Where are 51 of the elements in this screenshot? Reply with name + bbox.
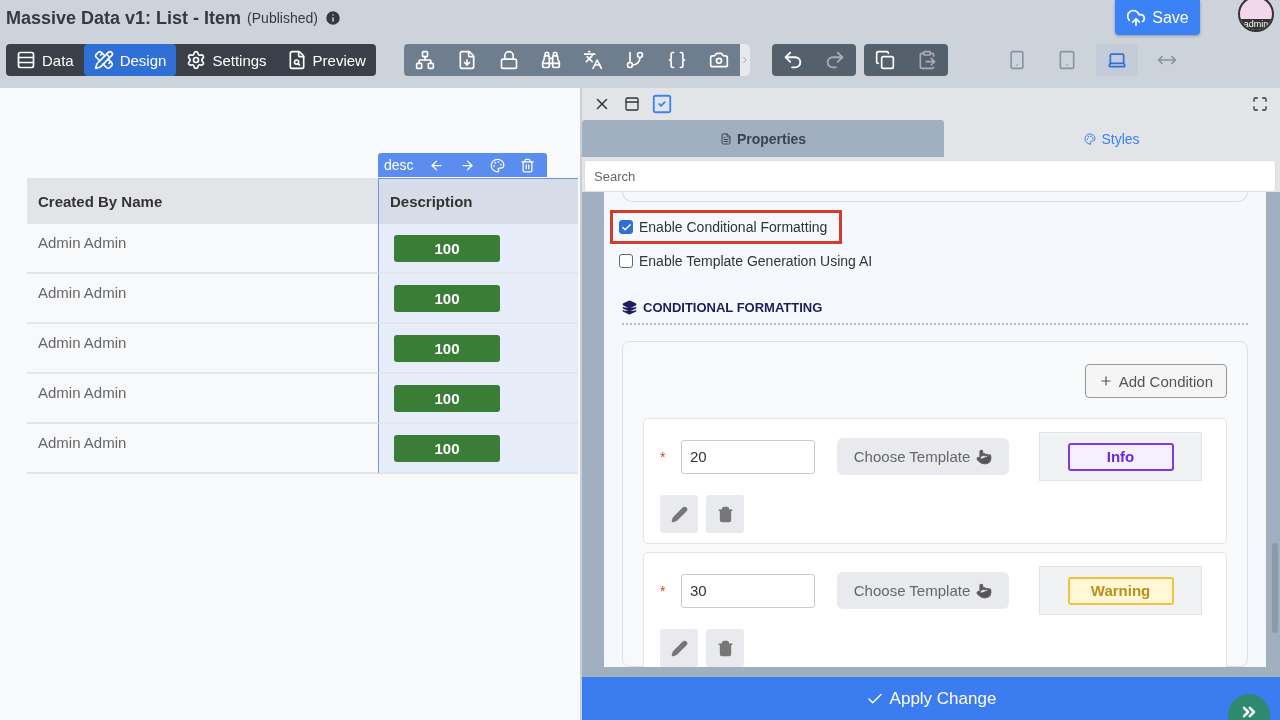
publish-status: (Published) [247,10,318,26]
plus-icon [1098,374,1113,388]
column-header: Created By Name [27,178,378,224]
info-icon[interactable] [323,9,342,27]
panel-tab[interactable]: Properties [582,120,944,157]
page-title: Massive Data v1: List - Item [6,7,242,29]
value-field[interactable]: 20 [681,439,815,474]
save-button[interactable]: Save [1115,0,1200,35]
checkbox[interactable] [619,220,633,234]
user-avatar[interactable]: admin [1238,0,1274,32]
layers-icon [622,300,637,315]
avatar-label: admin [1240,19,1272,30]
edit-icon[interactable] [660,495,698,533]
pointer-hand-icon [976,582,993,599]
value-badge: 100 [394,235,500,262]
edit-icon[interactable] [660,629,698,667]
design-mode-icon [93,50,114,70]
laptop-view-icon[interactable] [1096,44,1138,76]
apply-change-button[interactable]: Apply Change [582,667,1280,720]
pointer-hand-icon [976,448,993,465]
preview-tag: Warning [1067,576,1174,605]
settings-mode-icon [186,50,207,70]
value-badge: 100 [394,285,500,312]
mode-tab[interactable]: Settings [176,44,277,76]
mode-tab[interactable]: Design [83,44,177,76]
mode-tab[interactable]: Data [6,44,84,76]
value-badge: 100 [394,335,500,362]
value-badge: 100 [394,385,500,412]
column-key: desc [384,157,414,173]
column-header: Description [378,178,578,224]
checkbox[interactable] [619,254,633,268]
required-mark: * [660,448,667,465]
mode-tab[interactable]: Preview [276,44,376,76]
data-mode-icon [16,50,36,70]
choose-template-button[interactable]: Choose Template [837,438,1009,475]
delete-icon[interactable] [706,629,744,667]
scroll-right-button[interactable] [739,44,750,76]
choose-template-button[interactable]: Choose Template [837,572,1009,609]
preview-tag: Info [1067,442,1174,471]
section-title: CONDITIONAL FORMATTING [643,300,823,315]
palette-icon [1084,132,1097,145]
option-label: Enable Conditional Formatting [639,219,828,235]
required-mark: * [660,582,667,599]
option-label: Enable Template Generation Using AI [639,253,873,269]
value-field[interactable]: 30 [681,573,815,608]
value-badge: 100 [394,435,500,462]
add-condition-button[interactable]: Add Condition [1084,364,1227,398]
search-field[interactable]: Search [584,160,1276,192]
delete-icon[interactable] [706,495,744,533]
cloud-upload-icon [1126,7,1147,28]
document-icon [719,132,732,145]
